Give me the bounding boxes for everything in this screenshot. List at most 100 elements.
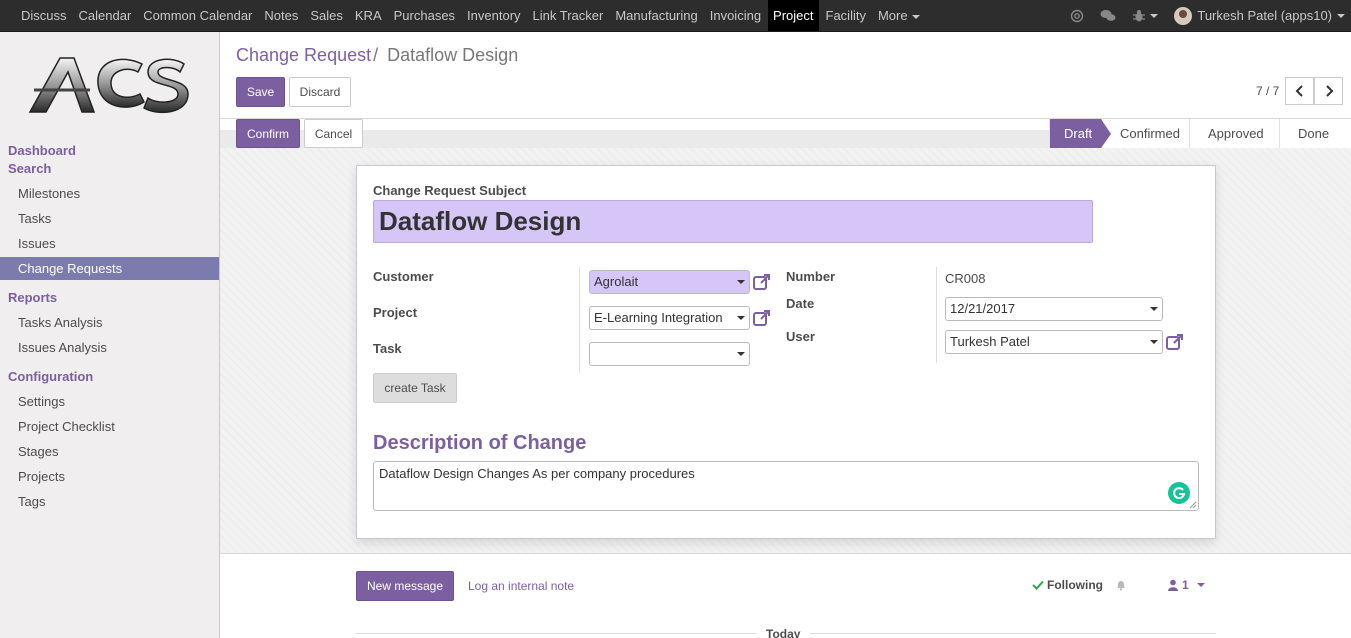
sidebar-section-search[interactable]: Search [8,161,51,176]
description-heading: Description of Change [373,432,587,454]
followers-button[interactable]: 1 [1168,578,1205,592]
stage-done[interactable]: Done [1279,119,1351,148]
sidebar-dashboard[interactable]: Dashboard [8,143,76,158]
pager-next-button[interactable] [1314,77,1343,105]
menu-sales[interactable]: Sales [305,0,348,31]
sidebar-item-settings[interactable]: Settings [18,394,65,409]
menu-notes[interactable]: Notes [259,0,303,31]
user-select[interactable]: Turkesh Patel [945,330,1163,354]
followers-count: 1 [1182,578,1189,592]
bell-icon[interactable] [1115,579,1127,591]
stage-approved[interactable]: Approved [1189,119,1279,148]
discard-button[interactable]: Discard [289,77,351,107]
sidebar-item-stages[interactable]: Stages [18,444,58,459]
sidebar-item-tasks-analysis[interactable]: Tasks Analysis [18,315,103,330]
sidebar-section-configuration[interactable]: Configuration [8,369,93,384]
resize-handle-icon[interactable] [1189,501,1197,509]
task-select[interactable] [589,342,750,366]
chevron-left-icon [1295,85,1303,97]
date-input[interactable]: 12/21/2017 [945,297,1163,321]
menu-more-label: More [877,8,908,23]
log-note-link[interactable]: Log an internal note [468,579,574,593]
subject-input[interactable]: Dataflow Design [373,200,1093,243]
app-menu: Discuss Calendar Common Calendar Notes S… [15,0,926,31]
menu-inventory[interactable]: Inventory [462,0,525,31]
project-label: Project [373,305,418,320]
user-menu[interactable]: Turkesh Patel (apps10) [1174,6,1345,25]
sidebar: Dashboard Search Milestones Tasks Issues… [0,32,220,638]
user-label: User [786,329,815,344]
user-name: Turkesh Patel (apps10) [1197,8,1332,23]
task-label: Task [373,341,402,356]
new-message-button[interactable]: New message [356,571,454,601]
debug-icon[interactable] [1132,9,1159,23]
date-label: Date [786,296,815,311]
menu-common-calendar[interactable]: Common Calendar [138,0,257,31]
menu-invoicing[interactable]: Invoicing [705,0,766,31]
external-link-icon[interactable] [1165,332,1185,352]
menu-manufacturing[interactable]: Manufacturing [610,0,702,31]
following-label: Following [1047,578,1103,592]
field-divider [936,267,937,363]
project-value: E-Learning Integration [594,310,723,325]
sidebar-item-issues-analysis[interactable]: Issues Analysis [18,340,107,355]
menu-discuss[interactable]: Discuss [16,0,72,31]
menu-project[interactable]: Project [768,0,819,31]
breadcrumb-parent[interactable]: Change Request [236,45,371,65]
follow-button[interactable]: Following [1032,578,1127,592]
cancel-button[interactable]: Cancel [304,119,363,148]
menu-calendar[interactable]: Calendar [74,0,137,31]
chevron-down-icon [737,316,745,320]
user-value: Turkesh Patel [950,334,1030,349]
chat-icon[interactable] [1100,9,1116,23]
menu-facility[interactable]: Facility [821,0,871,31]
chevron-down-icon [737,352,745,356]
breadcrumb-current: Dataflow Design [387,45,519,65]
external-link-icon[interactable] [752,272,772,292]
customer-label: Customer [373,269,434,284]
chevron-down-icon [1196,583,1205,587]
menu-link-tracker[interactable]: Link Tracker [528,0,609,31]
pager-previous-button[interactable] [1285,77,1314,105]
sidebar-item-tasks[interactable]: Tasks [18,211,51,226]
create-task-button[interactable]: create Task [373,373,457,403]
breadcrumb-separator: / [373,45,379,65]
save-button[interactable]: Save [236,77,285,107]
systray: Turkesh Patel (apps10) [1062,0,1351,31]
pager-value: 7 / 7 [1256,84,1280,98]
chatter: New message Log an internal note Followi… [220,555,1351,638]
menu-purchases[interactable]: Purchases [389,0,460,31]
statusbar: Confirm Cancel Draft Confirmed Approved … [220,118,1351,148]
chevron-down-icon [737,280,745,284]
sidebar-item-label: Change Requests [18,261,123,276]
chevron-down-icon [1150,13,1159,18]
field-divider [579,267,580,373]
avatar [1174,6,1193,25]
sidebar-section-reports[interactable]: Reports [8,290,57,305]
stage-draft[interactable]: Draft [1049,119,1111,148]
chevron-right-icon [1325,85,1333,97]
menu-kra[interactable]: KRA [350,0,387,31]
external-link-icon[interactable] [752,308,772,328]
menu-more[interactable]: More [873,0,925,31]
control-panel: Change Request / Dataflow Design Save Dis… [220,32,1351,118]
sidebar-item-project-checklist[interactable]: Project Checklist [18,419,115,434]
customer-select[interactable]: Agrolait [589,270,750,294]
chevron-down-icon [911,14,920,19]
sidebar-item-milestones[interactable]: Milestones [18,186,80,201]
mention-icon[interactable] [1070,9,1084,23]
description-textarea[interactable]: Dataflow Design Changes As per company p… [373,461,1199,511]
confirm-button[interactable]: Confirm [236,119,300,148]
grammarly-icon[interactable] [1168,482,1190,504]
chevron-down-icon [1150,340,1158,344]
chevron-down-icon [1150,307,1158,311]
sidebar-item-projects[interactable]: Projects [18,469,65,484]
sidebar-item-tags[interactable]: Tags [18,494,45,509]
sidebar-item-change-requests[interactable]: Change Requests [0,257,219,280]
date-separator: Today [756,627,811,638]
number-label: Number [786,269,836,284]
sidebar-item-issues[interactable]: Issues [18,236,56,251]
breadcrumb: Change Request / Dataflow Design [236,45,518,66]
project-select[interactable]: E-Learning Integration [589,306,750,330]
stage-confirmed[interactable]: Confirmed [1101,119,1189,148]
